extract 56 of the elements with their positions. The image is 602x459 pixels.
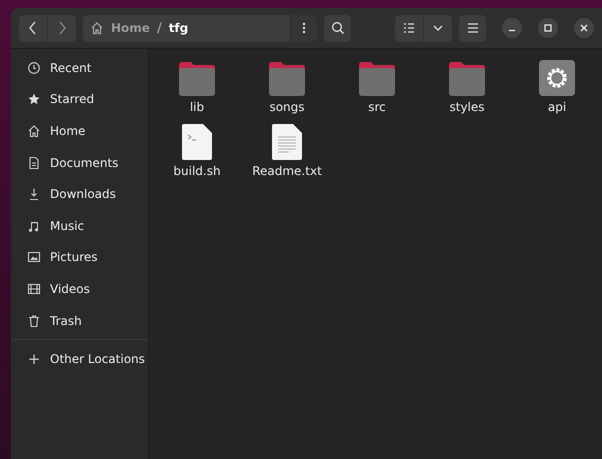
sidebar-item[interactable]: Recent [11, 52, 148, 84]
file-item[interactable]: src [332, 54, 422, 118]
close-icon [580, 24, 588, 32]
view-list-button[interactable] [395, 14, 423, 42]
folder-icon [177, 61, 217, 97]
sidebar-item[interactable]: Starred [11, 84, 148, 116]
menu-button[interactable] [459, 14, 486, 42]
caret-icon [433, 24, 443, 32]
sidebar-item[interactable]: Documents [11, 146, 148, 178]
forward-icon [57, 21, 67, 35]
videos-icon [27, 282, 41, 296]
documents-icon [27, 156, 41, 170]
sidebar-item[interactable]: Trash [11, 304, 148, 336]
home-icon [27, 124, 41, 138]
sidebar-item[interactable]: Music [11, 210, 148, 242]
file-item[interactable]: songs [242, 54, 332, 118]
sidebar-item[interactable]: Videos [11, 273, 148, 305]
view-options-button[interactable] [424, 14, 452, 42]
home-icon [90, 21, 104, 35]
sidebar-item[interactable]: Downloads [11, 178, 148, 210]
folder-icon [447, 61, 487, 97]
trash-icon [27, 314, 41, 328]
gear-icon [538, 59, 576, 97]
path-crumb[interactable]: tfg [166, 21, 190, 35]
back-icon [28, 21, 38, 35]
recent-icon [27, 60, 41, 75]
list-icon [403, 22, 415, 34]
close-button[interactable] [574, 18, 594, 38]
maximize-icon [544, 24, 552, 32]
more-button[interactable] [290, 14, 317, 42]
terminal-file-icon [181, 123, 213, 161]
file-item[interactable]: styles [422, 54, 512, 118]
menu-icon [466, 23, 478, 33]
downloads-icon [27, 187, 41, 202]
sidebar-item[interactable]: Home [11, 115, 148, 147]
maximize-button[interactable] [538, 18, 558, 38]
folder-icon [267, 61, 307, 97]
more-icon [302, 22, 306, 34]
search-button[interactable] [324, 14, 351, 42]
sidebar-item[interactable]: Pictures [11, 242, 148, 274]
plus-icon: + [27, 350, 41, 368]
back-button[interactable] [19, 14, 47, 42]
file-item[interactable]: lib [152, 54, 242, 118]
file-item[interactable]: build.sh [152, 118, 242, 182]
folder-icon [357, 61, 397, 97]
file-item[interactable]: api [512, 54, 602, 118]
path-separator: / [156, 20, 162, 36]
pictures-icon [27, 250, 41, 264]
starred-icon [27, 92, 41, 106]
path-crumb[interactable]: Home [109, 21, 152, 35]
minimize-button[interactable] [502, 18, 522, 38]
sidebar-item[interactable]: + Other Locations [11, 343, 148, 375]
forward-button[interactable] [48, 14, 76, 42]
search-icon [330, 21, 344, 35]
file-item[interactable]: Readme.txt [242, 118, 332, 182]
text-file-icon [271, 123, 303, 161]
